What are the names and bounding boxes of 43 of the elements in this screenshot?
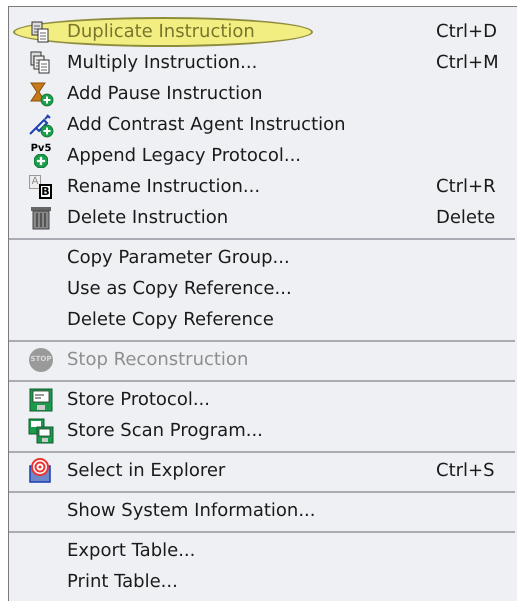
menu-item-label: Print Table... bbox=[67, 570, 178, 594]
menu-item-label: Append Legacy Protocol... bbox=[67, 144, 302, 168]
menu-item-label: Delete Copy Reference bbox=[67, 308, 274, 332]
menu-item-label: Stop Reconstruction bbox=[67, 348, 248, 372]
menu-item-label: Duplicate Instruction bbox=[67, 20, 255, 44]
menu-item[interactable]: Add Pause Instruction bbox=[9, 78, 517, 109]
menu-item[interactable]: Duplicate Instruction Ctrl+D bbox=[9, 16, 517, 47]
menu-item[interactable]: Delete Copy Reference bbox=[9, 304, 517, 335]
menu-item-label: Show System Information... bbox=[67, 499, 316, 523]
menu-item-label: Use as Copy Reference... bbox=[67, 277, 292, 301]
floppy-disks-icon bbox=[28, 418, 54, 444]
menu-item-label: Add Pause Instruction bbox=[67, 82, 263, 106]
shortcut-text: Ctrl+M bbox=[436, 51, 499, 75]
target-icon bbox=[28, 458, 54, 484]
menu-item-label: Copy Parameter Group... bbox=[67, 246, 290, 270]
menu-item-label: Delete Instruction bbox=[67, 206, 228, 230]
menu-item[interactable]: Select in Explorer Ctrl+S bbox=[9, 455, 517, 486]
menu-item-label: Add Contrast Agent Instruction bbox=[67, 113, 346, 137]
menu-item[interactable]: Show System Information... bbox=[9, 495, 517, 526]
menu-item-label: Store Protocol... bbox=[67, 388, 210, 412]
menu-item[interactable]: Pv5 Append Legacy Protocol... bbox=[9, 140, 517, 171]
menu-item[interactable]: Copy Parameter Group... bbox=[9, 242, 517, 273]
menu-item[interactable]: Print Table... bbox=[9, 566, 517, 597]
shortcut-text: Ctrl+R bbox=[436, 175, 496, 199]
menu-item-label: Export Table... bbox=[67, 539, 196, 563]
trash-icon bbox=[28, 204, 54, 230]
menu-item-label: Multiply Instruction... bbox=[67, 51, 258, 75]
hourglass-add-icon bbox=[28, 80, 54, 106]
menu-item-label: Select in Explorer bbox=[67, 459, 226, 483]
menu-item[interactable]: Delete Instruction Delete bbox=[9, 202, 517, 233]
menu-item[interactable]: Add Contrast Agent Instruction bbox=[9, 109, 517, 140]
menu-item[interactable]: Use as Copy Reference... bbox=[9, 273, 517, 304]
menu-item[interactable]: Store Protocol... bbox=[9, 384, 517, 415]
menu-item[interactable]: Store Scan Program... bbox=[9, 415, 517, 446]
shortcut-text: Ctrl+S bbox=[436, 459, 495, 483]
menu-item-label: Store Scan Program... bbox=[67, 419, 263, 443]
menu-item[interactable]: Multiply Instruction... Ctrl+M bbox=[9, 47, 517, 78]
shortcut-text: Delete bbox=[436, 206, 496, 230]
menu-item-label: Rename Instruction... bbox=[67, 175, 260, 199]
menu-item[interactable]: Export Table... bbox=[9, 535, 517, 566]
menu-item[interactable]: A B Rename Instruction... Ctrl+R bbox=[9, 171, 517, 202]
syringe-add-icon bbox=[28, 112, 54, 138]
shortcut-text: Ctrl+D bbox=[436, 20, 497, 44]
